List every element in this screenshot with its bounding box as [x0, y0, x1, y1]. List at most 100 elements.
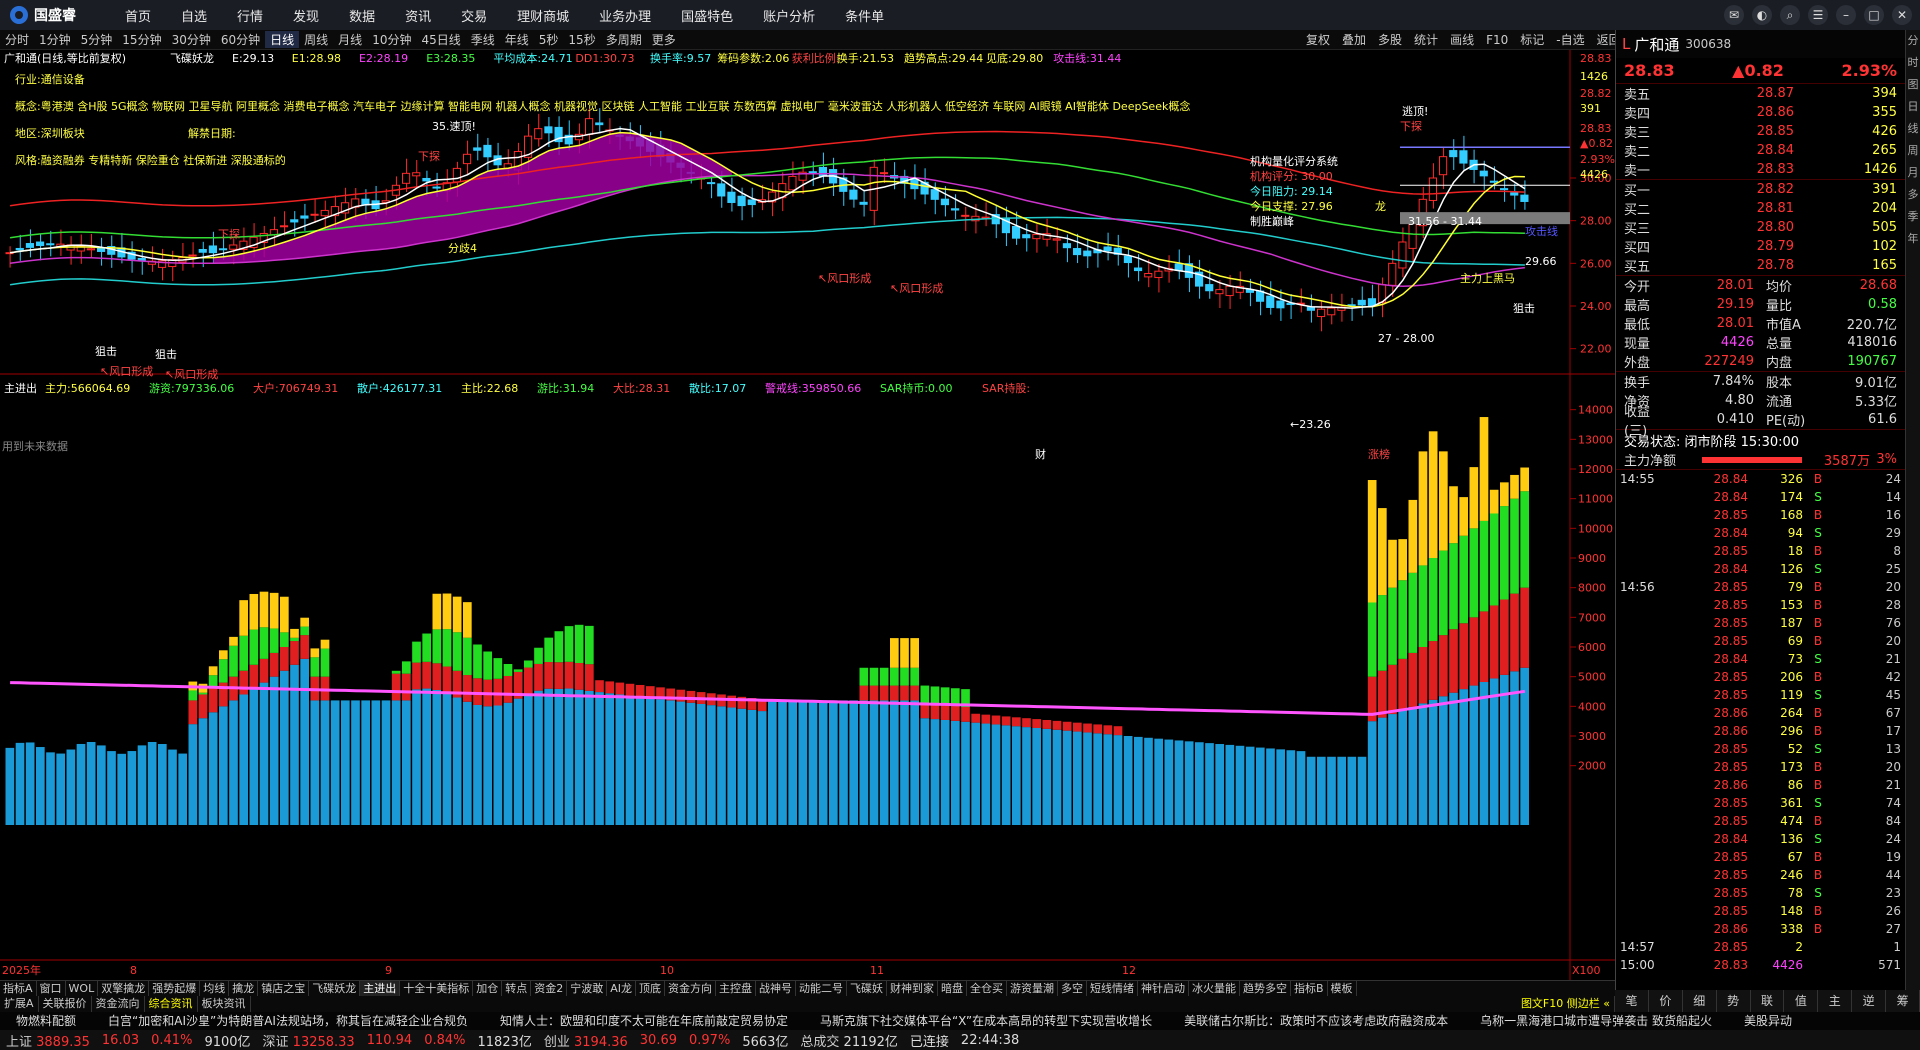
news-item[interactable]: 美联储古尔斯比：政策时不应该考虑政府融资成本: [1168, 1012, 1464, 1030]
period-tab[interactable]: 5秒: [534, 31, 564, 48]
menu-icon[interactable]: ☰: [1808, 5, 1828, 25]
chart-toolbar-item[interactable]: 叠加: [1336, 30, 1372, 50]
indicator-tab[interactable]: 均线: [200, 981, 230, 996]
chart-toolbar-item[interactable]: 复权: [1300, 30, 1336, 50]
skin-icon[interactable]: ◐: [1752, 5, 1772, 25]
period-tab[interactable]: 年线: [500, 31, 534, 48]
indicator-tab[interactable]: 游资量潮: [1007, 981, 1058, 996]
quote-tab[interactable]: 细: [1683, 990, 1717, 1012]
period-tab[interactable]: 15分钟: [117, 31, 166, 48]
indicator-tab[interactable]: 飞碟妖: [847, 981, 887, 996]
quote-tab[interactable]: 联: [1751, 990, 1785, 1012]
side-f10-toggle[interactable]: 图文F10 侧边栏 «: [1517, 996, 1615, 1012]
indicator-tab[interactable]: 擒龙: [229, 981, 259, 996]
indicator-tab[interactable]: 加仓: [473, 981, 503, 996]
period-tab[interactable]: 15秒: [563, 31, 600, 48]
chart-toolbar-item[interactable]: 多股: [1372, 30, 1408, 50]
indicator-tab[interactable]: 短线情绪: [1087, 981, 1138, 996]
side-tab[interactable]: 分: [1906, 30, 1920, 52]
indicator-tab[interactable]: 双擎擒龙: [98, 981, 150, 996]
period-tab[interactable]: 分时: [0, 31, 34, 48]
sub-tab[interactable]: 资金流向: [92, 996, 145, 1012]
quote-tab[interactable]: 逆: [1852, 990, 1887, 1012]
indicator-tab[interactable]: 十全十美指标: [400, 981, 474, 996]
side-tab[interactable]: 线: [1906, 118, 1920, 140]
maximize-icon[interactable]: □: [1864, 5, 1884, 25]
indicator-tab[interactable]: 神针启动: [1138, 981, 1189, 996]
minimize-icon[interactable]: –: [1836, 5, 1856, 25]
indicator-tab[interactable]: 主进出: [360, 981, 401, 996]
sub-tab[interactable]: 综合资讯: [145, 996, 198, 1012]
top-menu-item[interactable]: 数据: [334, 6, 390, 25]
period-tab[interactable]: 10分钟: [367, 31, 416, 48]
indicator-tab[interactable]: 指标B: [1291, 981, 1328, 996]
indicator-tab[interactable]: 暗盘: [938, 981, 967, 996]
indicator-tab[interactable]: 主控盘: [716, 981, 756, 996]
top-menu-item[interactable]: 国盛特色: [666, 6, 748, 25]
period-tab[interactable]: 周线: [299, 31, 333, 48]
indicator-tab[interactable]: 多空: [1058, 981, 1087, 996]
indicator-tab[interactable]: 强势起爆: [149, 981, 201, 996]
quote-tab[interactable]: 价: [1649, 990, 1683, 1012]
news-item[interactable]: 白宫“加密和AI沙皇”为特朗普AI法规站场，称其旨在减轻企业合规负: [92, 1012, 484, 1030]
sub-tab[interactable]: 扩展A: [0, 996, 39, 1012]
top-menu-item[interactable]: 交易: [446, 6, 502, 25]
news-item[interactable]: 乌称一黑海港口城市遭导弹袭击 致货船起火: [1464, 1012, 1728, 1030]
quote-tab[interactable]: 值: [1784, 990, 1819, 1012]
sub-tab[interactable]: 关联报价: [39, 996, 92, 1012]
top-menu-item[interactable]: 发现: [278, 6, 334, 25]
top-menu-item[interactable]: 首页: [110, 6, 166, 25]
indicator-tab[interactable]: 趋势多空: [1240, 981, 1291, 996]
period-tab[interactable]: 5分钟: [76, 31, 118, 48]
news-item[interactable]: 马斯克旗下社交媒体平台“X”在成本高昂的转型下实现营收增长: [804, 1012, 1168, 1030]
chart-toolbar-item[interactable]: -自选: [1550, 30, 1590, 50]
indicator-tab[interactable]: 飞碟妖龙: [309, 981, 361, 996]
period-tab[interactable]: 1分钟: [34, 31, 76, 48]
side-tab[interactable]: 日: [1906, 96, 1920, 118]
indicator-tab[interactable]: 财神到家: [887, 981, 938, 996]
app-logo[interactable]: 国盛睿: [0, 5, 110, 25]
quote-tab[interactable]: 筹: [1886, 990, 1920, 1012]
period-tab[interactable]: 30分钟: [167, 31, 216, 48]
chart-toolbar-item[interactable]: 画线: [1444, 30, 1480, 50]
top-menu-item[interactable]: 账户分析: [748, 6, 830, 25]
indicator-tab[interactable]: AI龙: [607, 981, 636, 996]
chart-toolbar-item[interactable]: F10: [1480, 30, 1514, 50]
top-menu-item[interactable]: 理财商城: [502, 6, 584, 25]
kline-chart[interactable]: 30.0028.0026.0024.0022.0028.83142628.823…: [0, 50, 1615, 993]
indicator-tab[interactable]: 动能二号: [796, 981, 847, 996]
quote-tab[interactable]: 笔: [1615, 990, 1649, 1012]
period-tab[interactable]: 季线: [466, 31, 500, 48]
sub-tab[interactable]: 板块资讯: [198, 996, 251, 1012]
indicator-tab[interactable]: 窗口: [37, 981, 66, 996]
message-icon[interactable]: ✉: [1724, 5, 1744, 25]
period-tab[interactable]: 60分钟: [216, 31, 265, 48]
indicator-tab[interactable]: 模板: [1328, 981, 1357, 996]
indicator-tab[interactable]: 转点: [502, 981, 532, 996]
news-item[interactable]: 知情人士：欧盟和印度不太可能在年底前敲定贸易协定: [484, 1012, 804, 1030]
top-menu-item[interactable]: 资讯: [390, 6, 446, 25]
side-tab[interactable]: 周: [1906, 140, 1920, 162]
indicator-tab[interactable]: 全仓买: [967, 981, 1007, 996]
indicator-tab[interactable]: 冰火量能: [1189, 981, 1240, 996]
indicator-tab[interactable]: 顶底: [636, 981, 665, 996]
chart-toolbar-item[interactable]: 标记: [1514, 30, 1550, 50]
side-tab[interactable]: 月: [1906, 162, 1920, 184]
indicator-tab[interactable]: 指标A: [0, 981, 37, 996]
top-menu-item[interactable]: 业务办理: [584, 6, 666, 25]
top-menu-item[interactable]: 行情: [222, 6, 278, 25]
search-icon[interactable]: ⌕: [1780, 5, 1800, 25]
close-icon[interactable]: ✕: [1892, 5, 1912, 25]
top-menu-item[interactable]: 自选: [166, 6, 222, 25]
indicator-tab[interactable]: WOL: [66, 981, 99, 996]
side-tab[interactable]: 多: [1906, 184, 1920, 206]
quote-tab[interactable]: 主: [1818, 990, 1853, 1012]
indicator-tab[interactable]: 资金2: [531, 981, 568, 996]
side-tab[interactable]: 季: [1906, 206, 1920, 228]
indicator-tab[interactable]: 镇店之宝: [258, 981, 310, 996]
quote-tab[interactable]: 势: [1717, 990, 1751, 1012]
period-tab[interactable]: 45日线: [416, 31, 465, 48]
side-tab[interactable]: 图: [1906, 74, 1920, 96]
news-item[interactable]: 美股异动: [1728, 1012, 1808, 1030]
chart-toolbar-item[interactable]: 统计: [1408, 30, 1444, 50]
